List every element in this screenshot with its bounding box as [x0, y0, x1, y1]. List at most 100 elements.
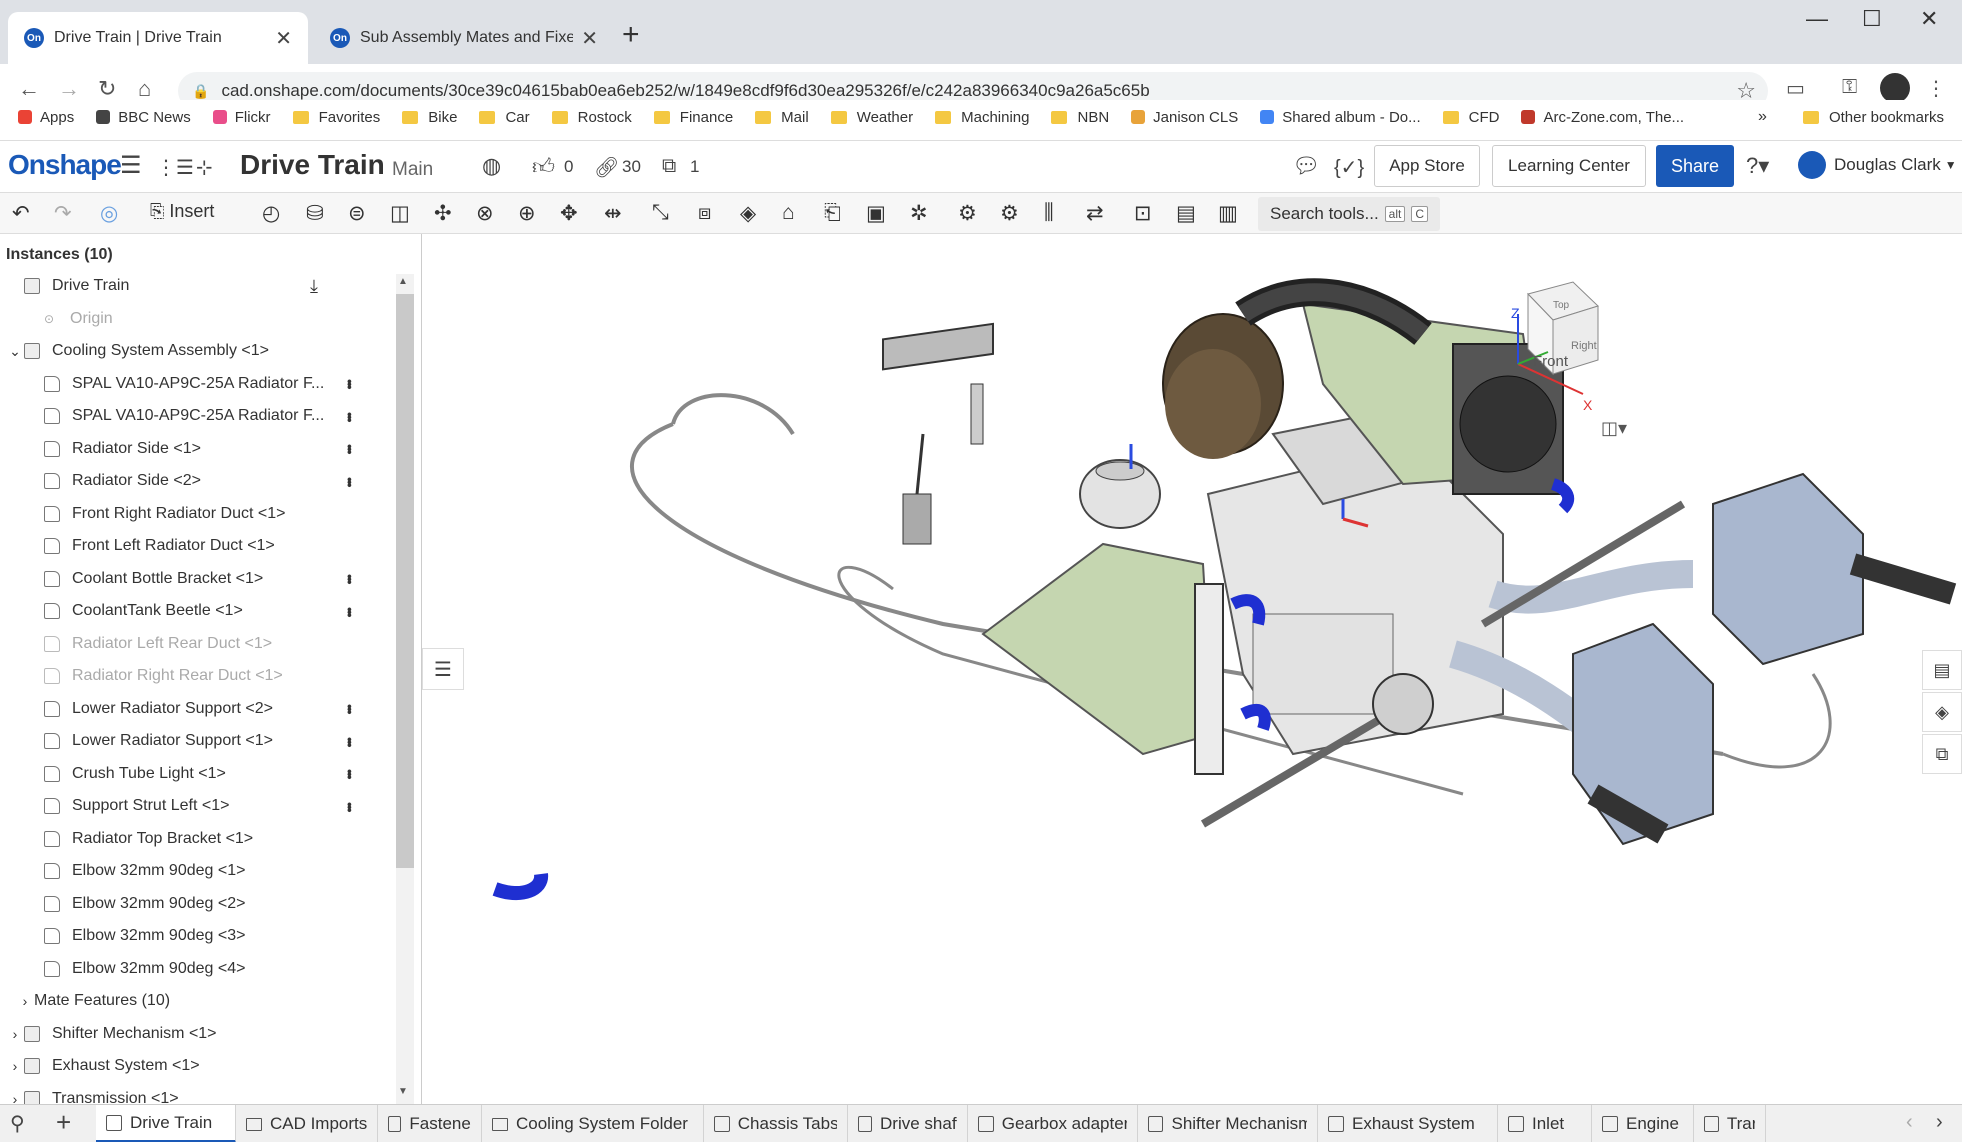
close-window-icon[interactable]: ✕ [1920, 6, 1938, 32]
instance-row[interactable]: Elbow 32mm 90deg <3> [0, 920, 396, 952]
document-tab[interactable]: Chassis Tabs [704, 1105, 848, 1142]
gear-relation-icon[interactable]: ⚙ [958, 201, 977, 226]
document-tab[interactable]: Gearbox adapter [968, 1105, 1138, 1142]
instance-context-menu-icon[interactable]: ••• [342, 607, 358, 616]
assembly-3d-model[interactable]: Front Top Right X Z ◫▾ [423, 234, 1962, 1104]
instance-row[interactable]: ⌄ Cooling System Assembly <1> [0, 335, 396, 367]
bookmark-item[interactable]: Car [479, 109, 530, 126]
bookmark-item[interactable]: Machining [935, 109, 1029, 126]
globe-icon[interactable]: ◍ [482, 153, 501, 179]
undo-icon[interactable]: ↶ [12, 201, 30, 226]
bookmark-item[interactable]: Arc-Zone.com, The... [1521, 109, 1684, 126]
browser-menu-icon[interactable]: ⋮ [1926, 76, 1946, 101]
key-icon[interactable]: ⚿ [1842, 76, 1857, 99]
link-icon[interactable]: 🔗︎ [594, 155, 619, 180]
bookmark-item[interactable]: Mail [755, 109, 809, 126]
instance-row[interactable]: Elbow 32mm 90deg <4> [0, 953, 396, 985]
instance-row[interactable]: Front Left Radiator Duct <1> [0, 530, 396, 562]
instance-row[interactable]: › Mate Features (10) [0, 985, 396, 1017]
instance-row[interactable]: SPAL VA10-AP9C-25A Radiator F... ••• [0, 368, 396, 400]
scroll-up-icon[interactable]: ▲ [398, 276, 408, 287]
cast-icon[interactable]: ▭ [1786, 76, 1805, 101]
instance-row[interactable]: Coolant Bottle Bracket <1> ••• [0, 563, 396, 595]
instance-row[interactable]: › Transmission <1> [0, 1083, 396, 1104]
forward-arrow-icon[interactable]: → [58, 76, 80, 102]
maximize-window-icon[interactable]: ☐ [1862, 6, 1882, 32]
learning-center-button[interactable]: Learning Center [1492, 145, 1646, 187]
feature-list-icon[interactable]: ⋮☰ [156, 155, 194, 180]
rack-pinion-icon[interactable]: ⚙ [1000, 201, 1019, 226]
bookmark-item[interactable]: CFD [1442, 109, 1499, 126]
collapse-list-icon[interactable]: ☰ [422, 648, 464, 690]
pin-slot-icon[interactable]: ⤡ [652, 201, 669, 225]
scroll-tabs-left-icon[interactable]: ‹ [1906, 1111, 1913, 1134]
instance-row[interactable]: ⊙ Origin [0, 303, 396, 335]
box-select-icon[interactable]: ◫ [390, 201, 410, 226]
appearance-panel-icon[interactable]: ◈ [1922, 692, 1962, 732]
document-tab[interactable]: Drive shafts [848, 1105, 968, 1142]
copy-icon[interactable]: ⧉ [662, 155, 676, 178]
linear-pattern-icon[interactable]: ⊜ [348, 201, 366, 226]
group-icon[interactable]: ▣ [866, 201, 886, 226]
instance-row[interactable]: Crush Tube Light <1> ••• [0, 758, 396, 790]
hamburger-menu-icon[interactable]: ☰ [120, 151, 142, 180]
user-menu[interactable]: Douglas Clark ▼ [1798, 151, 1957, 179]
workspace-name[interactable]: Main [392, 159, 433, 181]
scroll-down-icon[interactable]: ▼ [398, 1086, 408, 1097]
featurescript-icon[interactable]: {✓} [1334, 155, 1364, 180]
bookmark-item[interactable]: Favorites [292, 109, 380, 126]
document-tab[interactable]: Drive Train [96, 1105, 236, 1142]
document-tab[interactable]: Exhaust System [1318, 1105, 1498, 1142]
chevron-right-icon[interactable]: › [6, 1058, 24, 1074]
ball-mate-icon[interactable]: ⧈ [698, 201, 711, 225]
document-title[interactable]: Drive Train [240, 149, 385, 181]
instance-context-menu-icon[interactable]: ••• [342, 704, 358, 713]
search-tools-input[interactable]: Search tools... alt C [1258, 197, 1440, 231]
slider-mate-icon[interactable]: ⊕ [518, 201, 536, 226]
mate-history-icon[interactable]: ◴ [262, 201, 280, 226]
bookmark-item[interactable]: Weather [830, 109, 913, 126]
replicate-icon[interactable]: ⛁ [306, 201, 324, 226]
instance-row[interactable]: › Shifter Mechanism <1> [0, 1018, 396, 1050]
comments-icon[interactable]: 💬︎ [1292, 153, 1320, 179]
instance-context-menu-icon[interactable]: ••• [342, 769, 358, 778]
document-tab[interactable]: Trar [1694, 1105, 1766, 1142]
bookmark-item[interactable]: NBN [1051, 109, 1109, 126]
instance-row[interactable]: Elbow 32mm 90deg <1> [0, 855, 396, 887]
onshape-logo[interactable]: Onshape [8, 149, 122, 181]
document-tab[interactable]: Cooling System Folder [482, 1105, 704, 1142]
tangent-mate-icon[interactable]: ⌂ [782, 201, 795, 225]
instance-row[interactable]: Elbow 32mm 90deg <2> [0, 888, 396, 920]
fastened-mate-icon[interactable]: ✣ [434, 201, 452, 226]
instance-row[interactable]: Radiator Side <1> ••• [0, 433, 396, 465]
instance-row[interactable]: Lower Radiator Support <2> ••• [0, 693, 396, 725]
properties-panel-icon[interactable]: ▤ [1922, 650, 1962, 690]
view-options-cube-icon[interactable]: ◫▾ [1601, 418, 1627, 439]
chevron-right-icon[interactable]: › [16, 993, 34, 1009]
more-bookmarks-chevron[interactable]: » [1758, 108, 1767, 126]
bookmark-item[interactable]: Bike [402, 109, 457, 126]
minimize-window-icon[interactable]: — [1806, 6, 1828, 32]
bom-icon[interactable]: ▤ [1176, 201, 1196, 226]
add-tab-plus-icon[interactable]: + [56, 1107, 71, 1138]
browser-tab-sub-assembly[interactable]: On Sub Assembly Mates and Fixes N ✕ [314, 12, 614, 64]
regenerate-icon[interactable]: ◎ [100, 201, 118, 226]
width-mate-icon[interactable]: ⎗ [824, 201, 841, 225]
document-tab[interactable]: CAD Imports [236, 1105, 378, 1142]
insert-button[interactable]: ⎘ Insert [150, 201, 214, 222]
instance-context-menu-icon[interactable]: ••• [342, 379, 358, 388]
instance-row[interactable]: Support Strut Left <1> ••• [0, 790, 396, 822]
revolute-mate-icon[interactable]: ⊗ [476, 201, 494, 226]
add-feature-icon[interactable]: ⊹ [196, 155, 213, 180]
linear-relation-icon[interactable]: ⇄ [1086, 201, 1104, 226]
redo-icon[interactable]: ↷ [54, 201, 72, 226]
instance-row[interactable]: Radiator Right Rear Duct <1> [0, 660, 396, 692]
instance-row[interactable]: Lower Radiator Support <1> ••• [0, 725, 396, 757]
instance-row[interactable]: Radiator Top Bracket <1> [0, 823, 396, 855]
parallel-mate-icon[interactable]: ◈ [740, 201, 756, 226]
bookmark-item[interactable]: Apps [18, 109, 74, 126]
instance-context-menu-icon[interactable]: ••• [342, 574, 358, 583]
instance-row[interactable]: Radiator Left Rear Duct <1> [0, 628, 396, 660]
planar-mate-icon[interactable]: ✥ [560, 201, 578, 226]
like-thumb-icon[interactable]: 👍︎ [532, 153, 555, 180]
